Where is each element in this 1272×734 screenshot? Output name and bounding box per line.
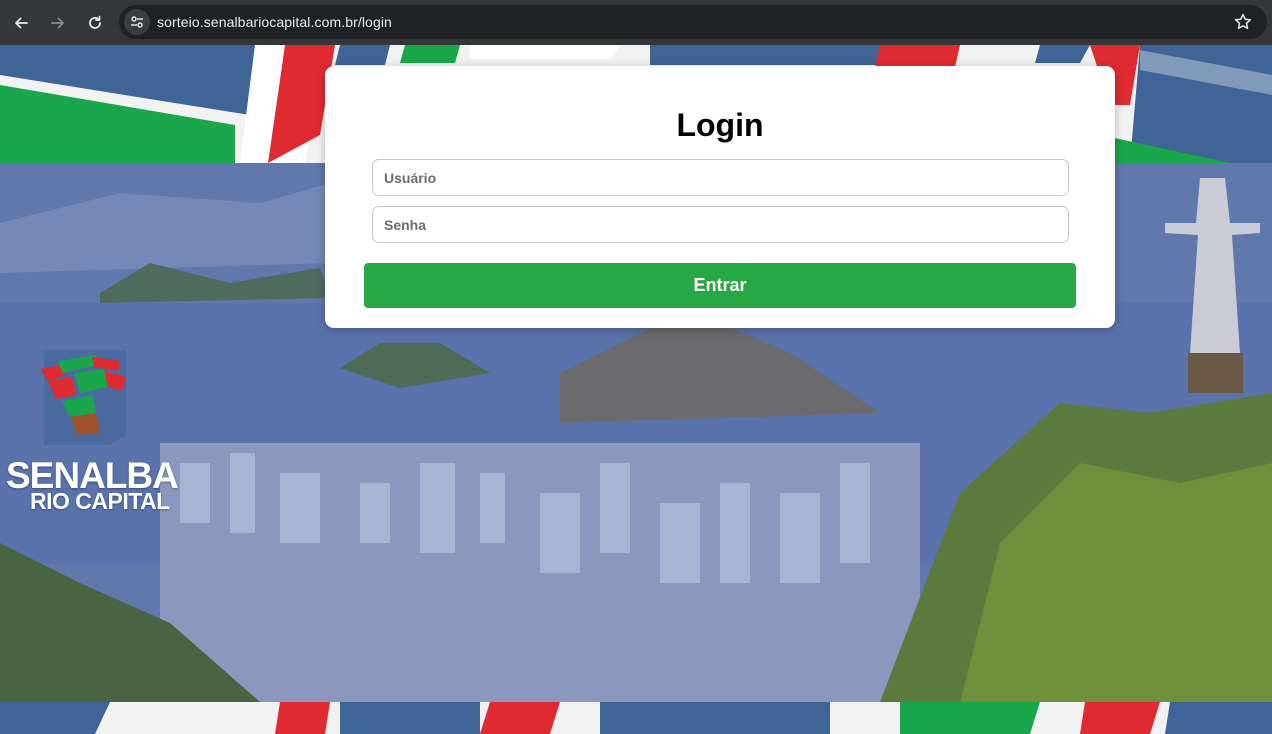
username-input[interactable]: Usuário bbox=[372, 159, 1069, 196]
password-input[interactable]: Senha bbox=[372, 206, 1069, 243]
bookmark-button[interactable] bbox=[1233, 12, 1253, 32]
address-bar[interactable]: sorteio.senalbariocapital.com.br/login bbox=[119, 5, 1267, 39]
reload-button[interactable] bbox=[78, 6, 112, 40]
star-icon bbox=[1234, 13, 1252, 30]
page-background: SENALBA RIO CAPITAL Login Usuário Senha … bbox=[0, 45, 1272, 734]
username-placeholder: Usuário bbox=[384, 169, 437, 186]
password-placeholder: Senha bbox=[384, 216, 427, 233]
decorative-banner-bottom bbox=[0, 702, 1272, 734]
reload-icon bbox=[89, 15, 101, 29]
back-button[interactable] bbox=[4, 6, 38, 40]
logo-subtitle: RIO CAPITAL bbox=[30, 488, 170, 514]
forward-arrow-icon bbox=[51, 17, 64, 28]
senalba-emblem bbox=[40, 350, 126, 445]
forward-button[interactable] bbox=[41, 6, 75, 40]
url-text[interactable]: sorteio.senalbariocapital.com.br/login bbox=[157, 14, 392, 30]
back-arrow-icon bbox=[15, 17, 28, 28]
site-settings-button[interactable] bbox=[124, 9, 150, 35]
site-settings-icon bbox=[131, 16, 143, 28]
senalba-logo: SENALBA RIO CAPITAL bbox=[0, 347, 190, 517]
login-card: Login Usuário Senha Entrar bbox=[325, 66, 1115, 328]
browser-toolbar: sorteio.senalbariocapital.com.br/login bbox=[0, 0, 1272, 45]
login-title: Login bbox=[676, 107, 764, 143]
login-button[interactable]: Entrar bbox=[364, 263, 1076, 308]
